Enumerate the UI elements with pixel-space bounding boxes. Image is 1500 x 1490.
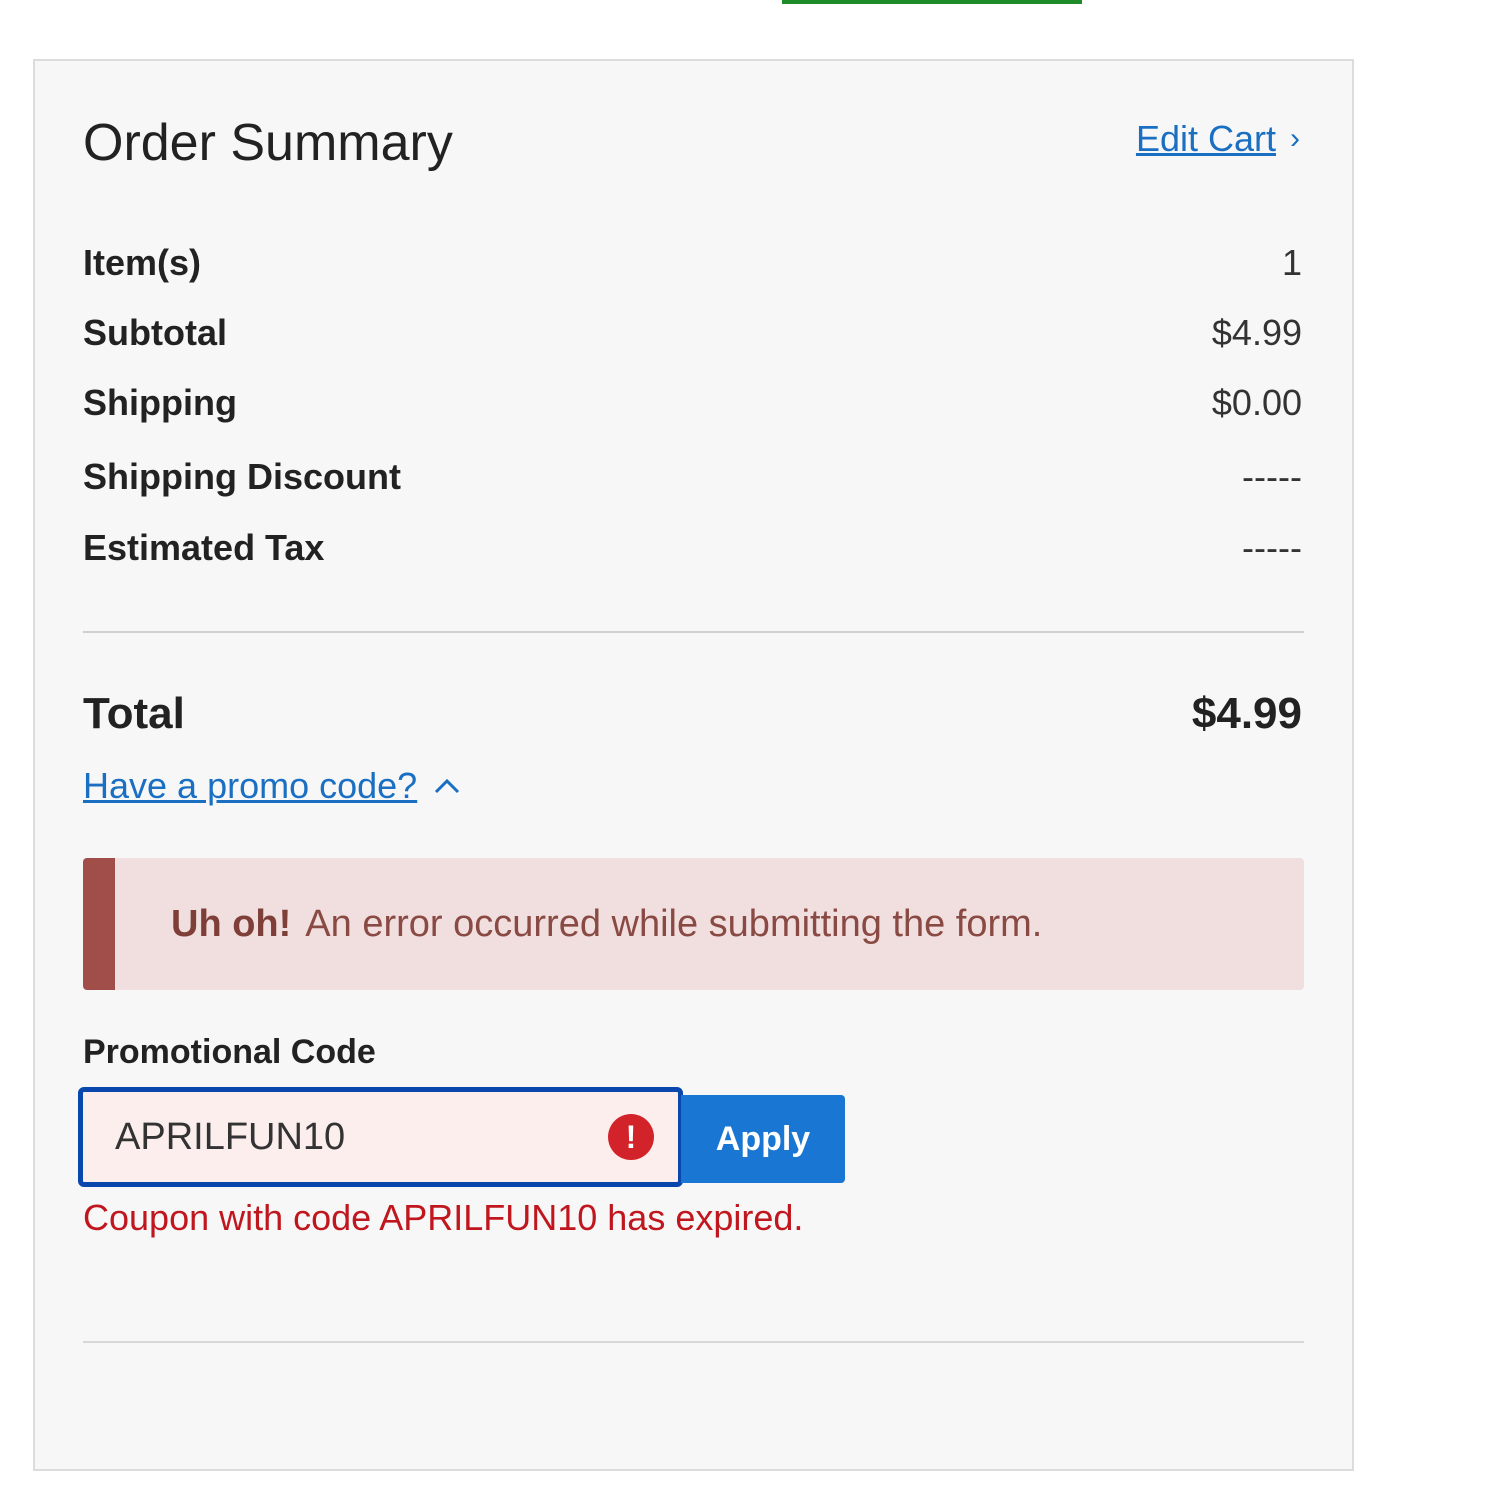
promo-code-field[interactable]: ! bbox=[78, 1087, 683, 1187]
total-label: Total bbox=[83, 689, 185, 738]
coupon-error-message: Coupon with code APRILFUN10 has expired. bbox=[83, 1197, 804, 1238]
summary-value: ----- bbox=[1242, 456, 1302, 497]
summary-label: Shipping bbox=[83, 382, 237, 423]
form-error-alert: Uh oh! An error occurred while submittin… bbox=[83, 858, 1304, 990]
order-summary-title: Order Summary bbox=[83, 114, 453, 172]
summary-value: 1 bbox=[1281, 242, 1302, 283]
top-accent-bar bbox=[782, 0, 1082, 4]
promo-toggle-label: Have a promo code? bbox=[83, 765, 418, 806]
promo-code-input[interactable] bbox=[113, 1114, 577, 1160]
alert-message: Uh oh! An error occurred while submittin… bbox=[171, 858, 1042, 990]
summary-row-subtotal: Subtotal $4.99 bbox=[83, 309, 1302, 357]
summary-label: Estimated Tax bbox=[83, 527, 325, 568]
summary-divider bbox=[83, 631, 1304, 633]
alert-strong: Uh oh! bbox=[171, 902, 292, 945]
promo-code-toggle[interactable]: Have a promo code? bbox=[83, 765, 461, 807]
summary-row-shipping: Shipping $0.00 bbox=[83, 379, 1302, 427]
apply-button[interactable]: Apply bbox=[681, 1095, 845, 1183]
error-icon: ! bbox=[608, 1114, 654, 1160]
promo-code-label: Promotional Code bbox=[83, 1033, 376, 1071]
summary-row-shipping-discount: Shipping Discount ----- bbox=[83, 453, 1302, 501]
summary-label: Shipping Discount bbox=[83, 456, 401, 497]
order-summary-panel: Order Summary Edit Cart › Item(s) 1 Subt… bbox=[33, 59, 1354, 1471]
alert-text: An error occurred while submitting the f… bbox=[305, 902, 1043, 945]
chevron-up-icon bbox=[435, 778, 460, 794]
total-row: Total $4.99 bbox=[83, 686, 1302, 742]
total-value: $4.99 bbox=[1191, 689, 1302, 738]
chevron-right-icon: › bbox=[1290, 122, 1300, 155]
summary-value: $0.00 bbox=[1211, 382, 1302, 423]
summary-value: $4.99 bbox=[1211, 312, 1302, 353]
edit-cart-label: Edit Cart bbox=[1135, 118, 1276, 159]
bottom-divider bbox=[83, 1341, 1304, 1343]
summary-value: ----- bbox=[1242, 527, 1302, 568]
summary-row-items: Item(s) 1 bbox=[83, 239, 1302, 287]
summary-label: Subtotal bbox=[83, 312, 227, 353]
alert-accent-bar bbox=[83, 858, 115, 990]
edit-cart-link[interactable]: Edit Cart › bbox=[1136, 117, 1300, 161]
summary-row-estimated-tax: Estimated Tax ----- bbox=[83, 524, 1302, 572]
summary-label: Item(s) bbox=[83, 242, 202, 283]
